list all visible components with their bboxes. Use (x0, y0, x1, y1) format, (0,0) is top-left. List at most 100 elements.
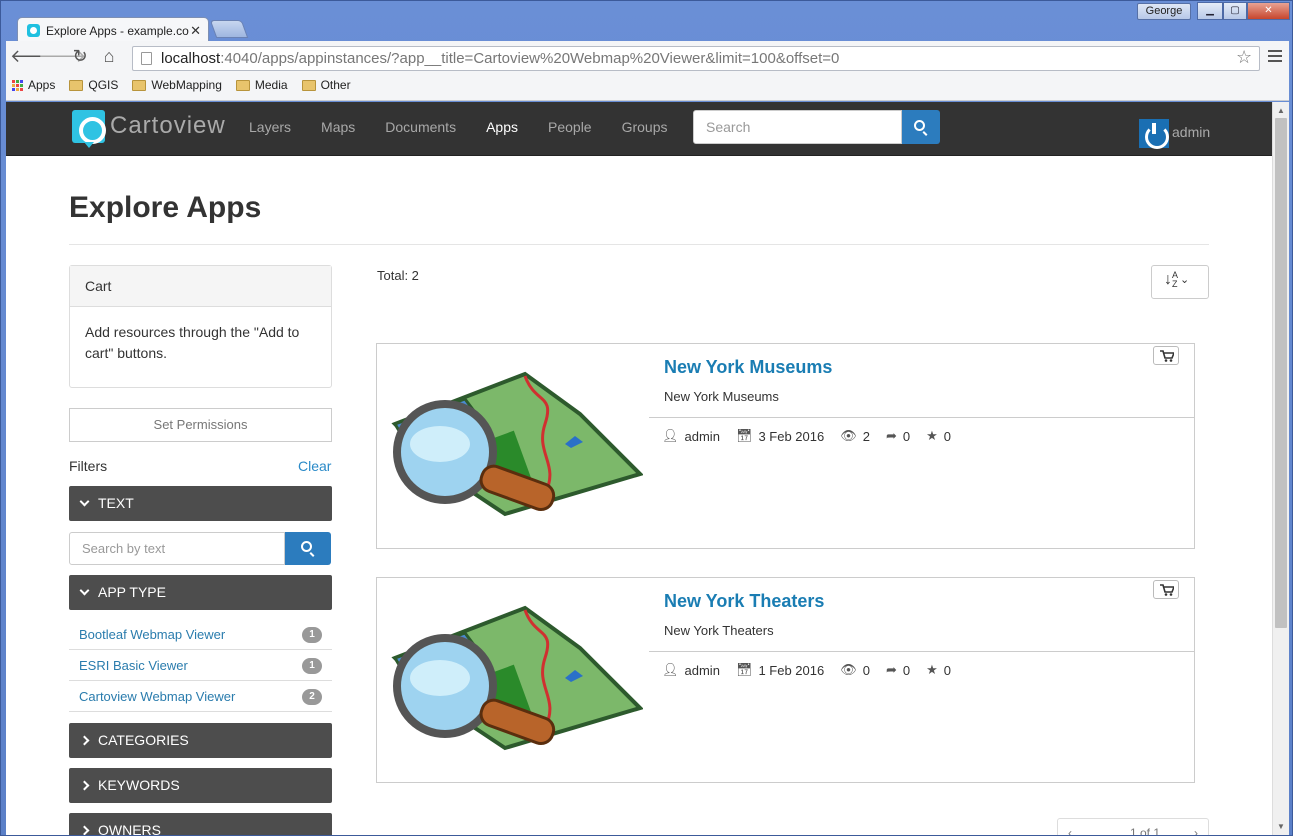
text-search-input[interactable]: Search by text (69, 532, 285, 565)
nav-maps[interactable]: Maps (321, 119, 355, 135)
nav-apps[interactable]: Apps (486, 119, 518, 135)
folder-icon (301, 79, 316, 91)
calendar-icon: 📅︎ (735, 662, 753, 677)
back-arrow-icon[interactable]: 🡐 (10, 46, 58, 67)
set-permissions-button[interactable]: Set Permissions (69, 408, 332, 442)
scrollbar-thumb[interactable] (1275, 118, 1287, 628)
eye-icon: 👁︎ (840, 662, 857, 677)
facet-text[interactable]: TEXT (69, 486, 332, 521)
add-to-cart-button[interactable] (1153, 580, 1179, 599)
browser-menu-icon[interactable] (1268, 50, 1282, 65)
page-indicator: 1 of 1 (1130, 826, 1161, 835)
maximize-button[interactable]: ▢ (1223, 2, 1247, 20)
nav-documents[interactable]: Documents (385, 119, 456, 135)
text-search-button[interactable] (285, 532, 331, 565)
chevron-down-icon (79, 496, 90, 507)
scroll-up-icon[interactable]: ▲ (1277, 106, 1285, 115)
apps-grid-icon (12, 79, 23, 91)
cart-icon (1160, 350, 1174, 362)
share-icon: ➦ (885, 428, 897, 443)
clear-filters-link[interactable]: Clear (298, 458, 331, 474)
facet-app-type[interactable]: APP TYPE (69, 575, 332, 610)
app-type-item[interactable]: Cartoview Webmap Viewer 2 (69, 681, 332, 712)
bookmark-webmapping[interactable]: WebMapping (132, 78, 222, 92)
nav-people[interactable]: People (548, 119, 592, 135)
result-description: New York Museums (664, 389, 779, 404)
cart-panel: Cart Add resources through the "Add to c… (69, 265, 332, 388)
facet-owners[interactable]: OWNERS (69, 813, 332, 835)
result-title[interactable]: New York Museums (664, 357, 832, 378)
bookmark-apps[interactable]: Apps (12, 78, 55, 92)
sort-arrow-icon: ↓ (1164, 271, 1172, 288)
result-title[interactable]: New York Theaters (664, 591, 824, 612)
reload-icon[interactable]: ↻ (67, 46, 93, 67)
nav-layers[interactable]: Layers (249, 119, 291, 135)
facet-keywords[interactable]: KEYWORDS (69, 768, 332, 803)
star-icon: ★ (926, 428, 938, 443)
prev-page-icon[interactable]: ‹ (1068, 826, 1072, 835)
owner[interactable]: 👤︎ admin (662, 662, 720, 678)
browser-tab[interactable]: Explore Apps - example.co ✕ (17, 17, 209, 43)
new-tab-button[interactable] (209, 20, 249, 38)
app-type-item[interactable]: Bootleaf Webmap Viewer 1 (69, 619, 332, 650)
sort-az-icon: AZ (1172, 270, 1179, 289)
tab-close-icon[interactable]: ✕ (190, 23, 201, 39)
owner[interactable]: 👤︎ admin (662, 428, 720, 444)
page-viewport: Cartoview Layers Maps Documents Apps Peo… (6, 102, 1272, 835)
nav-groups[interactable]: Groups (622, 119, 668, 135)
pagination[interactable]: ‹ 1 of 1 › (1057, 818, 1209, 835)
bookmark-qgis[interactable]: QGIS (69, 78, 118, 92)
add-to-cart-button[interactable] (1153, 346, 1179, 365)
count-badge: 2 (302, 689, 322, 705)
rating: ★ 0 (926, 428, 952, 444)
folder-icon (132, 79, 147, 91)
sort-button[interactable]: ↓A Z ⌄ (1151, 265, 1209, 299)
site-search-input[interactable]: Search (693, 110, 902, 144)
user-menu[interactable]: admin (1172, 124, 1210, 140)
forward-arrow-icon[interactable]: 🡒 (38, 46, 86, 67)
cart-body: Add resources through the "Add to cart" … (85, 324, 300, 361)
divider (649, 417, 1194, 418)
site-search-button[interactable] (902, 110, 940, 144)
close-window-button[interactable]: ✕ (1247, 2, 1290, 20)
count-badge: 1 (302, 627, 322, 643)
minimize-button[interactable]: ▁ (1197, 2, 1223, 20)
facet-categories[interactable]: CATEGORIES (69, 723, 332, 758)
url-host: localhost (161, 50, 221, 67)
search-icon (301, 541, 312, 552)
app-type-item[interactable]: ESRI Basic Viewer 1 (69, 650, 332, 681)
cartoview-logo-icon[interactable] (72, 110, 106, 150)
cart-icon (1160, 584, 1174, 596)
favicon-icon (27, 24, 40, 37)
brand-name[interactable]: Cartoview (110, 112, 226, 140)
home-icon[interactable]: ⌂ (96, 46, 122, 67)
views: 👁︎ 0 (840, 662, 870, 678)
bookmark-media[interactable]: Media (235, 78, 288, 92)
address-bar[interactable]: localhost:4040/apps/appinstances/?app__t… (132, 46, 1260, 71)
map-search-thumbnail-icon[interactable] (385, 364, 643, 524)
main-nav: Layers Maps Documents Apps People Groups (249, 119, 698, 135)
bookmarks-bar: Apps QGIS WebMapping Media Other (12, 78, 351, 92)
star-icon: ★ (926, 662, 938, 677)
filters-label: Filters (69, 458, 108, 474)
shares: ➦ 0 (885, 662, 911, 678)
map-search-thumbnail-icon[interactable] (385, 598, 643, 758)
result-card: New York Museums New York Museums 👤︎ admi… (376, 343, 1195, 549)
next-page-icon[interactable]: › (1194, 826, 1198, 835)
bookmark-star-icon[interactable]: ☆ (1236, 47, 1252, 68)
page-scrollbar[interactable]: ▲ ▼ (1272, 102, 1289, 835)
result-meta: 👤︎ admin 📅︎ 3 Feb 2016 👁︎ 2 ➦ 0 ★ 0 (662, 428, 967, 444)
date: 📅︎ 1 Feb 2016 (735, 662, 825, 678)
site-navbar: Cartoview Layers Maps Documents Apps Peo… (6, 102, 1272, 156)
user-avatar-icon[interactable] (1139, 119, 1169, 149)
folder-icon (235, 79, 250, 91)
search-icon (914, 120, 925, 131)
result-card: New York Theaters New York Theaters 👤︎ ad… (376, 577, 1195, 783)
profile-button[interactable]: George (1137, 3, 1191, 20)
shares: ➦ 0 (885, 428, 911, 444)
bookmark-other[interactable]: Other (301, 78, 351, 92)
scroll-down-icon[interactable]: ▼ (1277, 822, 1285, 831)
results-total: Total: 2 (377, 268, 419, 283)
user-icon: 👤︎ (662, 428, 679, 443)
browser-toolbar: 🡐 🡒 ↻ ⌂ localhost:4040/apps/appinstances… (6, 41, 1289, 101)
